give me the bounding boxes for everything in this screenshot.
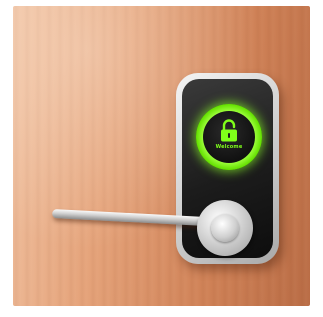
handle-rosette: [197, 200, 253, 256]
photo-frame: Welcome: [13, 6, 310, 306]
welcome-text: Welcome: [215, 144, 243, 150]
keypad-display: Welcome: [203, 111, 255, 163]
open-padlock-icon: [221, 119, 237, 142]
illuminated-keypad-ring: Welcome: [196, 104, 262, 170]
rosette-hub: [211, 214, 239, 242]
